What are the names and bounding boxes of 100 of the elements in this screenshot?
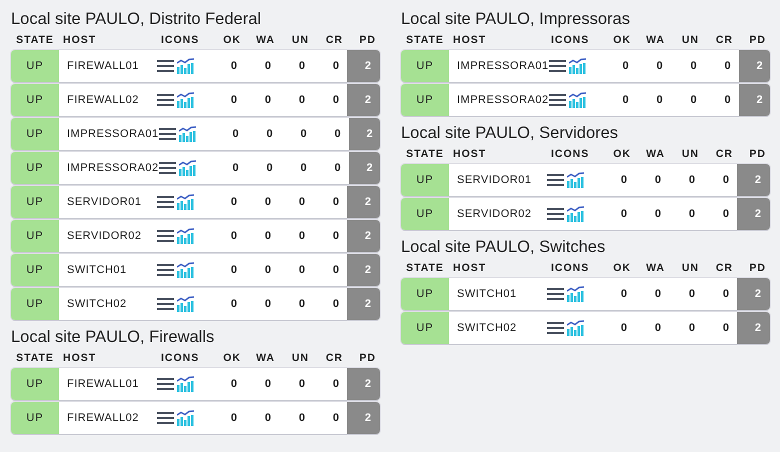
host-cell[interactable]: SWITCH01	[449, 278, 547, 310]
warning-count: 0	[655, 59, 664, 74]
state-cell: UP	[11, 220, 59, 252]
menu-icon[interactable]	[157, 229, 174, 243]
ok-count: 0	[230, 297, 238, 312]
menu-icon[interactable]	[547, 207, 564, 221]
pending-count: 2	[348, 118, 380, 150]
state-cell: UP	[11, 84, 59, 116]
unknown-count: 0	[689, 59, 698, 74]
host-cell[interactable]: FIREWALL02	[59, 402, 157, 434]
ok-count: 0	[230, 263, 238, 278]
column-header: WA	[645, 34, 666, 46]
column-header: UN	[680, 34, 700, 46]
host-cell[interactable]: SERVIDOR01	[59, 186, 157, 218]
critical-count: 0	[332, 195, 340, 210]
chart-icon[interactable]	[177, 262, 194, 278]
host-cell[interactable]: SWITCH01	[59, 254, 157, 286]
menu-icon[interactable]	[157, 297, 174, 311]
chart-icon[interactable]	[177, 410, 194, 426]
column-header: WA	[645, 148, 666, 160]
unknown-count: 0	[298, 263, 306, 278]
state-cell: UP	[401, 278, 449, 310]
menu-icon[interactable]	[158, 127, 176, 141]
ok-count: 0	[231, 127, 240, 142]
warning-count: 0	[654, 287, 662, 302]
host-cell[interactable]: FIREWALL02	[59, 84, 157, 116]
chart-icon[interactable]	[567, 206, 584, 222]
pending-count: 2	[347, 254, 380, 286]
unknown-count: 0	[688, 321, 696, 336]
chart-icon[interactable]	[178, 160, 196, 176]
ok-count: 0	[620, 321, 628, 336]
warning-count: 0	[264, 263, 272, 278]
critical-count: 0	[332, 377, 340, 392]
pending-count: 2	[347, 288, 380, 320]
column-header: CR	[324, 34, 344, 46]
menu-icon[interactable]	[157, 59, 174, 73]
chart-icon[interactable]	[177, 376, 194, 392]
menu-icon[interactable]	[157, 263, 174, 277]
menu-icon[interactable]	[157, 93, 174, 107]
chart-icon[interactable]	[177, 92, 194, 108]
menu-icon[interactable]	[157, 411, 174, 425]
menu-icon[interactable]	[157, 377, 174, 391]
host-cell[interactable]: IMPRESSORA02	[449, 84, 549, 116]
column-header: HOST	[62, 34, 98, 46]
critical-count: 0	[332, 93, 340, 108]
host-cell[interactable]: SWITCH02	[59, 288, 157, 320]
menu-icon[interactable]	[158, 161, 176, 175]
host-cell[interactable]: SERVIDOR02	[59, 220, 157, 252]
chart-icon[interactable]	[567, 320, 584, 336]
ok-count: 0	[230, 377, 238, 392]
chart-icon[interactable]	[568, 92, 586, 108]
host-cell[interactable]: FIREWALL01	[59, 368, 157, 400]
host-cell[interactable]: FIREWALL01	[59, 50, 157, 82]
critical-count: 0	[333, 127, 342, 142]
state-cell: UP	[11, 50, 59, 82]
column-header: OK	[612, 262, 632, 274]
chart-icon[interactable]	[567, 172, 584, 188]
warning-count: 0	[654, 321, 662, 336]
menu-icon[interactable]	[547, 287, 564, 301]
chart-icon[interactable]	[568, 58, 586, 74]
ok-count: 0	[230, 195, 238, 210]
unknown-count: 0	[689, 93, 698, 108]
critical-count: 0	[332, 59, 340, 74]
critical-count: 0	[332, 411, 340, 426]
pending-count: 2	[348, 152, 380, 184]
chart-icon[interactable]	[178, 126, 196, 142]
menu-icon[interactable]	[548, 93, 566, 107]
column-header: ICONS	[550, 262, 590, 274]
menu-icon[interactable]	[157, 195, 174, 209]
unknown-count: 0	[298, 59, 306, 74]
pending-count: 2	[347, 50, 380, 82]
column-header: WA	[255, 34, 276, 46]
chart-icon[interactable]	[177, 228, 194, 244]
column-header: OK	[612, 34, 632, 46]
chart-icon[interactable]	[177, 58, 194, 74]
menu-icon[interactable]	[547, 321, 564, 335]
host-cell[interactable]: SWITCH02	[449, 312, 547, 344]
host-cell[interactable]: IMPRESSORA01	[449, 50, 549, 82]
state-cell: UP	[401, 50, 449, 82]
chart-icon[interactable]	[177, 194, 194, 210]
unknown-count: 0	[298, 411, 306, 426]
column-header: STATE	[405, 262, 445, 274]
menu-icon[interactable]	[548, 59, 566, 73]
critical-count: 0	[332, 263, 340, 278]
column-header: HOST	[452, 34, 488, 46]
column-header: UN	[290, 352, 310, 364]
column-header: ICONS	[160, 34, 200, 46]
column-header: STATE	[15, 352, 55, 364]
state-cell: UP	[11, 118, 59, 150]
critical-count: 0	[722, 321, 730, 336]
state-cell: UP	[401, 312, 449, 344]
menu-icon[interactable]	[547, 173, 564, 187]
host-cell[interactable]: IMPRESSORA02	[59, 152, 159, 184]
host-cell[interactable]: SERVIDOR02	[449, 198, 547, 230]
chart-icon[interactable]	[567, 286, 584, 302]
host-cell[interactable]: SERVIDOR01	[449, 164, 547, 196]
state-cell: UP	[401, 198, 449, 230]
host-cell[interactable]: IMPRESSORA01	[59, 118, 159, 150]
chart-icon[interactable]	[177, 296, 194, 312]
ok-count: 0	[620, 287, 628, 302]
